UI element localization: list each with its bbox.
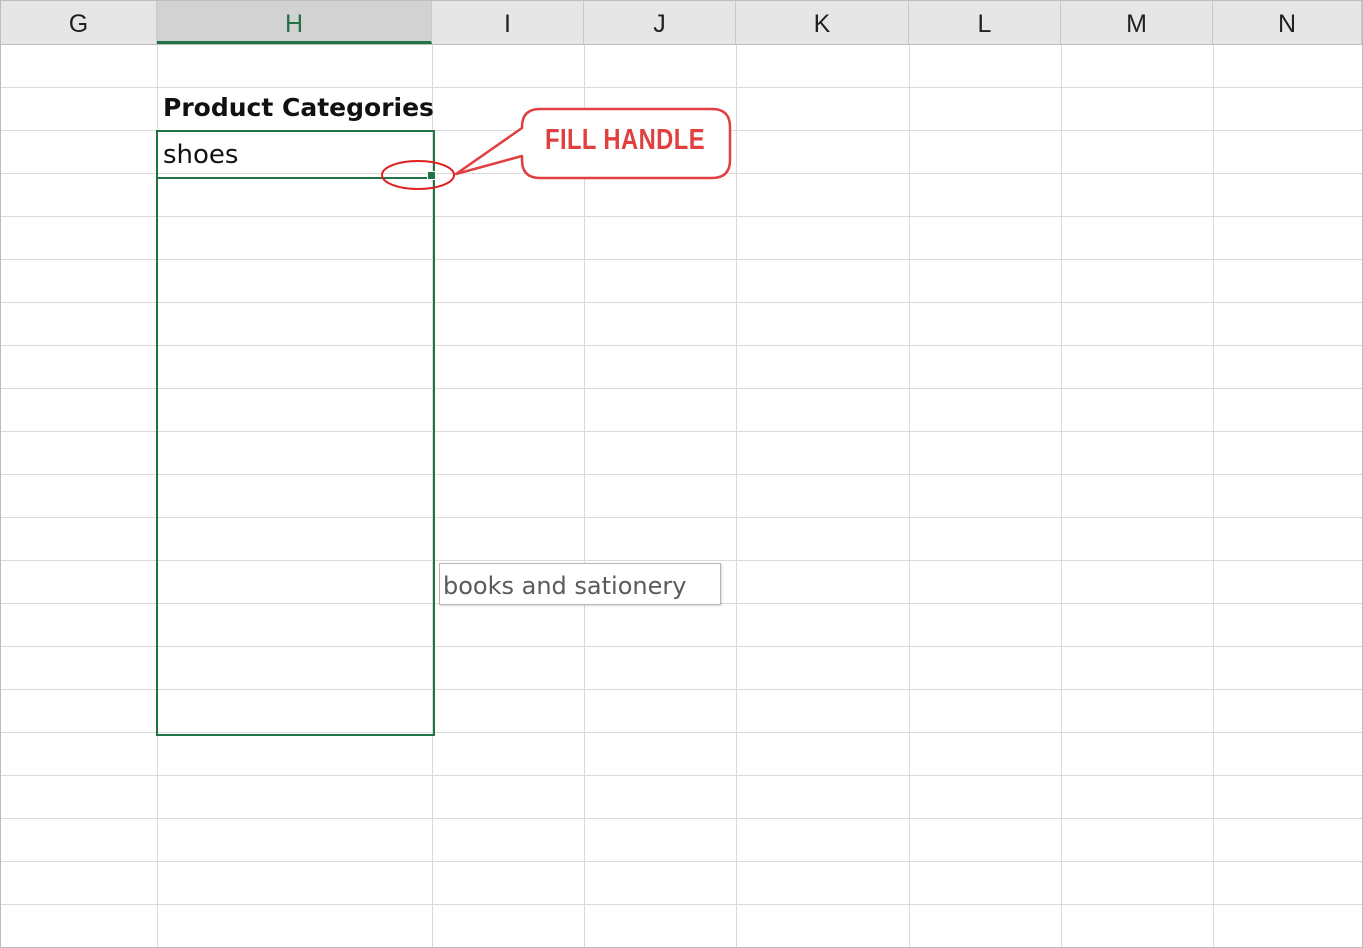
fill-handle[interactable]	[427, 171, 436, 180]
column-header-k[interactable]: K	[736, 1, 909, 44]
column-header-m[interactable]: M	[1061, 1, 1213, 44]
fill-range-outline	[156, 130, 435, 736]
column-header-bar: G H I J K L M N	[1, 1, 1362, 45]
column-header-l[interactable]: L	[909, 1, 1061, 44]
gridline-vertical	[736, 45, 737, 947]
gridline-horizontal	[1, 861, 1362, 862]
column-header-j[interactable]: J	[584, 1, 736, 44]
gridline-horizontal	[1, 87, 1362, 88]
gridline-horizontal	[1, 775, 1362, 776]
column-header-n[interactable]: N	[1213, 1, 1362, 44]
gridline-vertical	[1213, 45, 1214, 947]
column-header-i[interactable]: I	[432, 1, 584, 44]
callout-label: FILL HANDLE	[545, 124, 705, 156]
column-header-h[interactable]: H	[157, 1, 432, 44]
cell-h3-value[interactable]: shoes	[163, 140, 238, 170]
gridline-vertical	[909, 45, 910, 947]
gridline-vertical	[584, 45, 585, 947]
autofill-preview-tooltip: books and sationery	[439, 563, 721, 605]
gridline-vertical	[1061, 45, 1062, 947]
gridline-horizontal	[1, 818, 1362, 819]
cell-h2-header[interactable]: Product Categories	[163, 93, 434, 122]
column-header-g[interactable]: G	[1, 1, 157, 44]
gridline-horizontal	[1, 904, 1362, 905]
